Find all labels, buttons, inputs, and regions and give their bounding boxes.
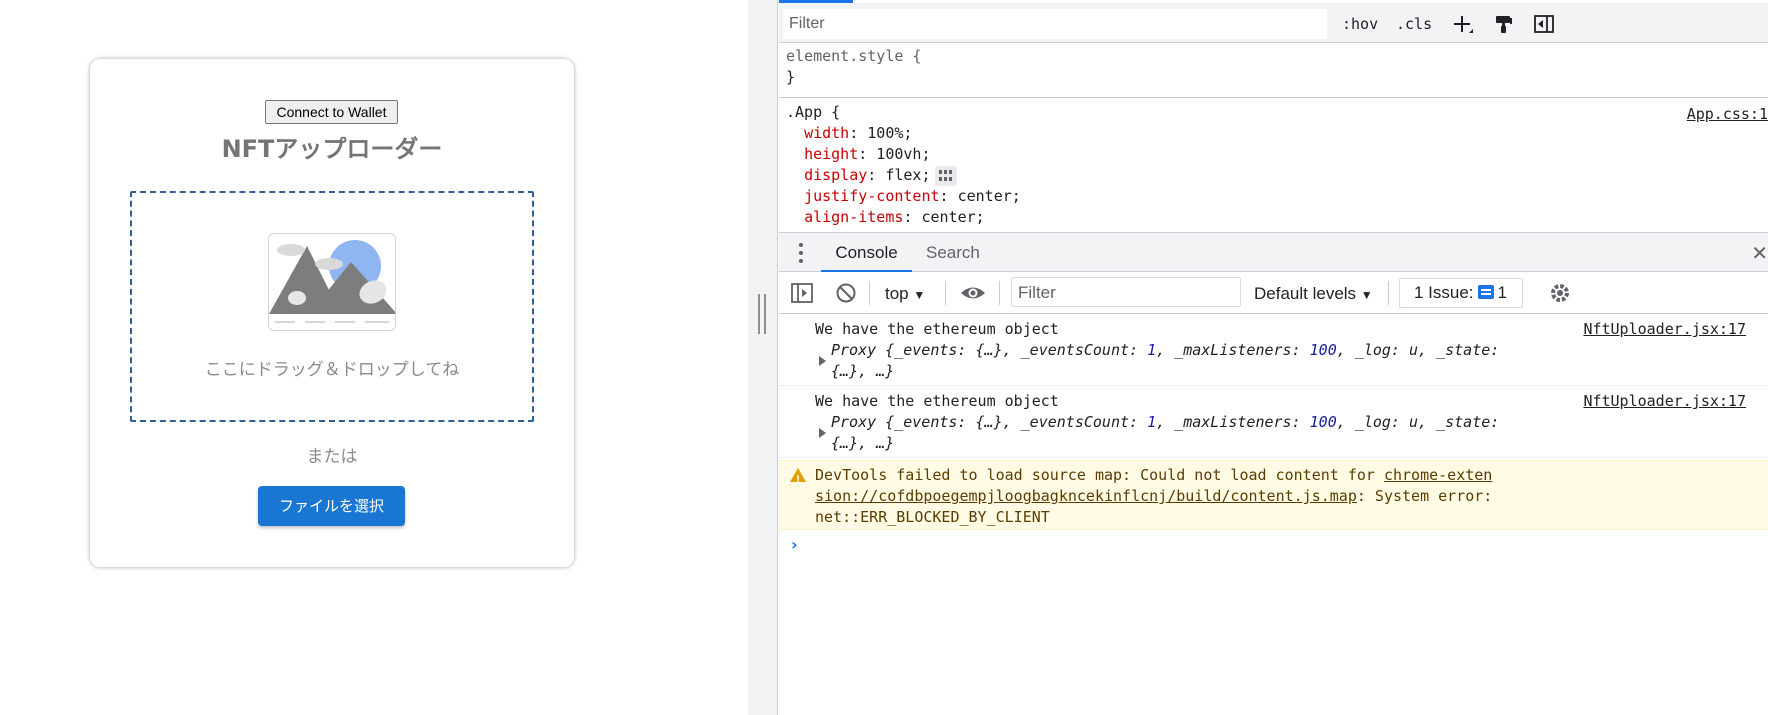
flexbox-editor-icon[interactable] — [934, 165, 957, 186]
object-preview-cont: {…}, …} — [831, 434, 895, 452]
source-link[interactable]: NftUploader.jsx:17 — [1583, 391, 1746, 412]
split-resize-handle[interactable] — [758, 294, 766, 334]
close-drawer-icon[interactable]: ✕ — [1751, 241, 1768, 265]
cls-toggle[interactable]: .cls — [1396, 15, 1432, 33]
source-link[interactable]: NftUploader.jsx:17 — [1583, 319, 1746, 340]
css-property[interactable]: align-items: center; — [779, 207, 1768, 228]
app-rule-selector: .App { — [786, 103, 841, 121]
more-menu-icon[interactable] — [799, 243, 803, 263]
object-preview[interactable]: Proxy {_events: {…}, _eventsCount: 1, _m… — [831, 412, 1499, 433]
toolbar-divider — [999, 281, 1000, 305]
clear-console-icon[interactable] — [835, 282, 857, 304]
warning-text-line: sion://cofdbpoegempjloogbagkncekinflcnj/… — [815, 487, 1493, 505]
expand-triangle-icon[interactable] — [819, 428, 826, 438]
issues-button[interactable]: 1 Issue: 1 — [1399, 278, 1523, 308]
settings-gear-icon[interactable] — [1549, 282, 1571, 304]
context-selector[interactable]: top ▼ — [885, 284, 925, 304]
element-style-selector: element.style { — [786, 47, 922, 65]
select-file-button[interactable]: ファイルを選択 — [258, 486, 405, 526]
paint-roller-icon[interactable] — [1493, 13, 1515, 35]
warning-icon — [790, 468, 806, 491]
css-property[interactable]: display: flex; — [779, 165, 1768, 186]
devtools-panel: Filter :hov .cls element.style { } App.c… — [779, 0, 1768, 715]
element-style-close: } — [786, 68, 796, 86]
source-map-link[interactable]: sion://cofdbpoegempjloogbagkncekinflcnj/… — [815, 487, 1357, 505]
styles-filter-input[interactable]: Filter — [783, 9, 1327, 39]
console-warning: DevTools failed to load source map: Coul… — [779, 460, 1768, 530]
css-property[interactable]: height: 100vh; — [779, 144, 1768, 165]
split-gutter — [748, 0, 778, 715]
connect-wallet-button[interactable]: Connect to Wallet — [265, 100, 398, 124]
tab-console[interactable]: Console — [821, 233, 912, 272]
show-sidebar-icon[interactable] — [791, 282, 813, 304]
new-rule-icon[interactable] — [1451, 13, 1473, 35]
source-map-link[interactable]: chrome-exten — [1384, 466, 1492, 484]
app-css-source-link[interactable]: App.css:1 — [1687, 104, 1768, 125]
object-preview-cont: {…}, …} — [831, 362, 895, 380]
toolbar-divider — [869, 281, 870, 305]
styles-toolbar: Filter :hov .cls — [779, 3, 1768, 43]
issue-message-icon — [1477, 285, 1494, 299]
page-title: NFTアップローダー — [221, 135, 443, 163]
app-css-rule: App.css:1 .App { width: 100%; height: 10… — [779, 102, 1768, 230]
dropzone[interactable]: ここにドラッグ＆ドロップしてね — [130, 191, 534, 422]
or-separator: または — [306, 447, 358, 467]
toolbar-divider — [1388, 281, 1389, 305]
warning-text-line: DevTools failed to load source map: Coul… — [815, 466, 1493, 484]
app-page: Connect to Wallet NFTアップローダー ここにドラッグ＆ドロッ… — [0, 0, 748, 715]
dropzone-text: ここにドラッグ＆ドロップしてね — [204, 360, 460, 380]
drawer-tabbar: Console Search ✕ — [779, 232, 1768, 272]
console-filter-input[interactable]: Filter — [1011, 277, 1241, 307]
tab-search[interactable]: Search — [926, 233, 980, 272]
element-style-rule: element.style { } — [779, 46, 1768, 98]
warning-text-line: net::ERR_BLOCKED_BY_CLIENT — [815, 508, 1050, 526]
object-preview[interactable]: Proxy {_events: {…}, _eventsCount: 1, _m… — [831, 340, 1499, 361]
console-message-text: We have the ethereum object — [815, 320, 1059, 338]
log-levels-dropdown[interactable]: Default levels ▼ — [1254, 284, 1373, 304]
css-property[interactable]: justify-content: center; — [779, 186, 1768, 207]
css-property[interactable]: width: 100%; — [779, 123, 1768, 144]
uploader-card: Connect to Wallet NFTアップローダー ここにドラッグ＆ドロッ… — [90, 59, 574, 567]
hov-toggle[interactable]: :hov — [1342, 15, 1378, 33]
console-message: We have the ethereum object NftUploader.… — [779, 388, 1768, 458]
toggle-sidebar-icon[interactable] — [1533, 13, 1555, 35]
eye-icon[interactable] — [960, 282, 985, 304]
toolbar-divider — [945, 281, 946, 305]
console-prompt-icon[interactable]: › — [791, 535, 798, 554]
console-message: We have the ethereum object NftUploader.… — [779, 316, 1768, 386]
image-placeholder-icon — [268, 233, 396, 331]
console-message-text: We have the ethereum object — [815, 392, 1059, 410]
console-toolbar: top ▼ Filter Default levels ▼ 1 Issue: 1 — [779, 272, 1768, 314]
expand-triangle-icon[interactable] — [819, 356, 826, 366]
